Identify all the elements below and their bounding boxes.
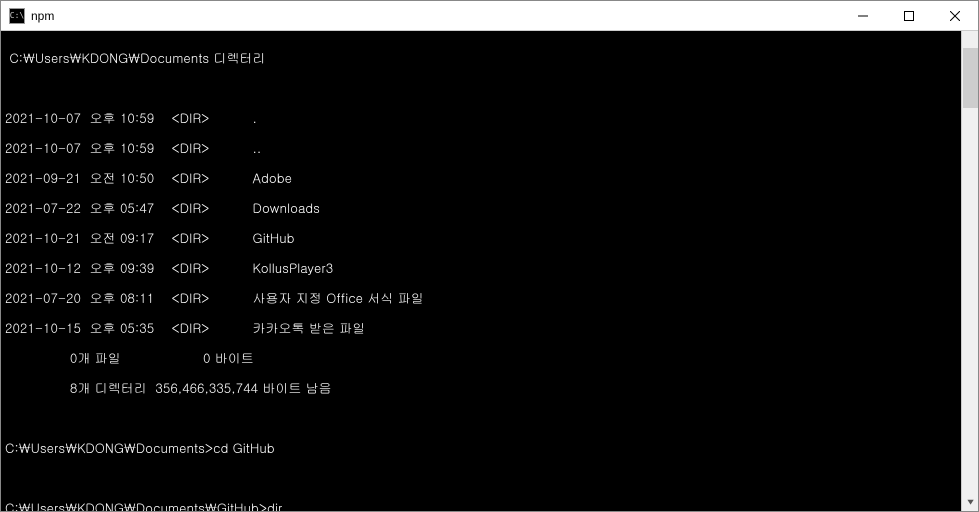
list-item: 2021-10-07 오후 10:59 <DIR> . [5,110,978,125]
prompt-line: C:\Users\KDONG\Documents\GitHub>dir [5,500,978,511]
list-item: 2021-10-07 오후 10:59 <DIR> .. [5,140,978,155]
maximize-button[interactable] [886,1,932,30]
titlebar: C:\ npm [1,1,978,31]
minimize-button[interactable] [840,1,886,30]
dir-header: C:\Users\KDONG\Documents 디렉터리 [5,50,978,65]
blank [5,80,978,95]
close-button[interactable] [932,1,978,30]
list-item: 2021-07-20 오후 08:11 <DIR> 사용자 지정 Office … [5,290,978,305]
cmd-icon: C:\ [9,8,25,24]
list-item: 2021-07-22 오후 05:47 <DIR> Downloads [5,200,978,215]
terminal-window: C:\ npm C:\Users\KDONG\Documents 디렉터리 20… [0,0,979,512]
list-item: 0개 파일 0 바이트 [5,350,978,365]
list-item: 2021-09-21 오전 10:50 <DIR> Adobe [5,170,978,185]
terminal-content[interactable]: C:\Users\KDONG\Documents 디렉터리 2021-10-07… [1,31,978,511]
vertical-scrollbar[interactable]: ▲ ▼ [961,31,978,511]
list-item: 8개 디렉터리 356,466,335,744 바이트 남음 [5,380,978,395]
window-controls [840,1,978,30]
list-item: 2021-10-12 오후 09:39 <DIR> KollusPlayer3 [5,260,978,275]
prompt-line: C:\Users\KDONG\Documents>cd GitHub [5,440,978,455]
blank [5,470,978,485]
scroll-down-icon[interactable]: ▼ [962,494,978,511]
blank [5,410,978,425]
scroll-thumb[interactable] [963,48,978,108]
list-item: 2021-10-15 오후 05:35 <DIR> 카카오톡 받은 파일 [5,320,978,335]
list-item: 2021-10-21 오전 09:17 <DIR> GitHub [5,230,978,245]
window-title: npm [31,9,840,23]
